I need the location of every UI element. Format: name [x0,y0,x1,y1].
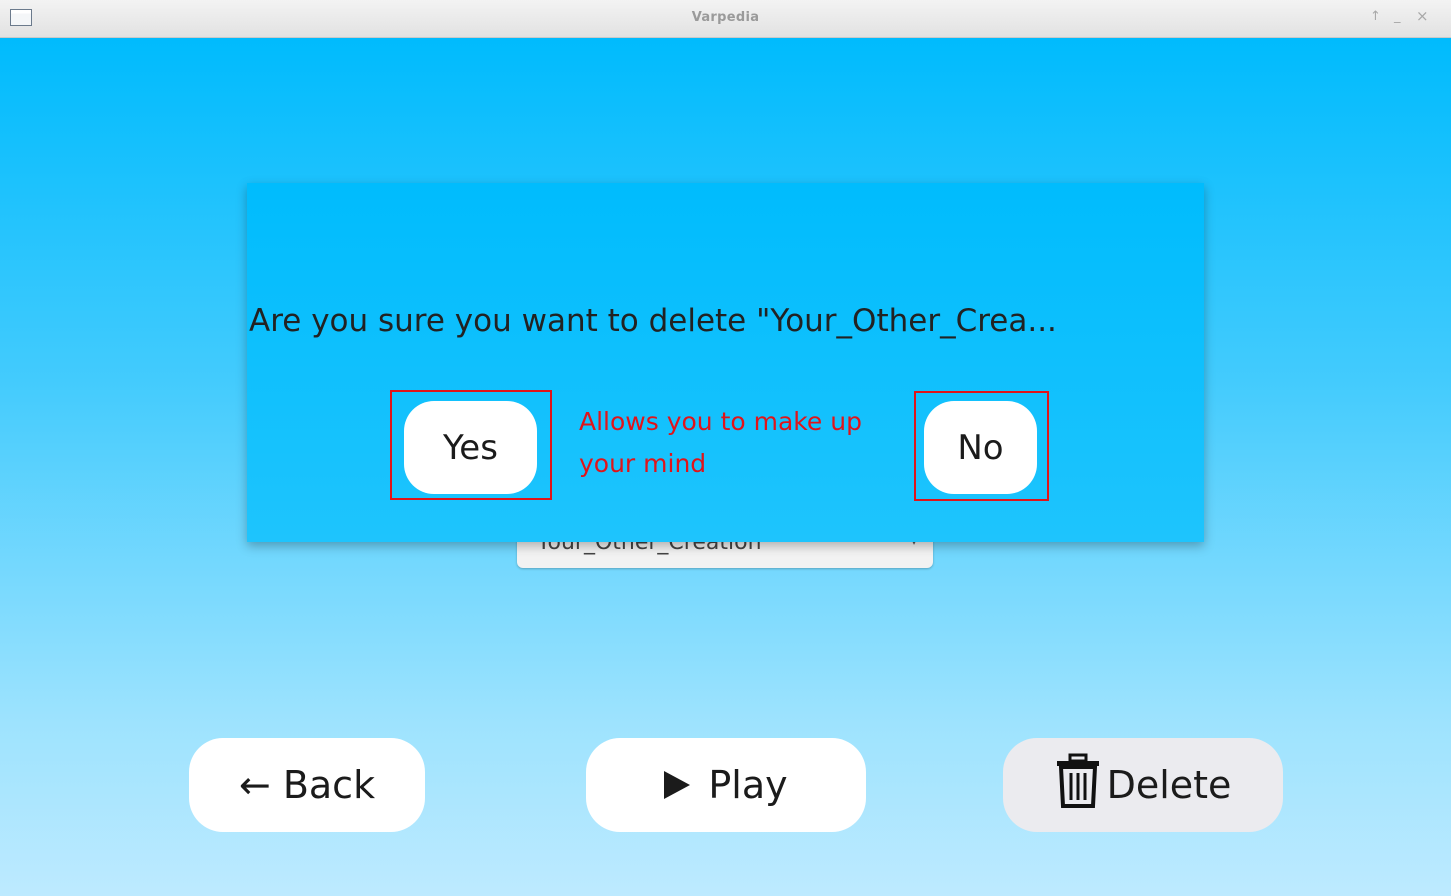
annotation-box-no [914,391,1049,501]
back-button-label: ← Back [238,763,376,807]
back-button[interactable]: ← Back [189,738,425,832]
play-button[interactable]: Play [586,738,866,832]
delete-button[interactable]: Delete [1003,738,1283,832]
delete-confirm-dialog: Are you sure you want to delete "Your_Ot… [247,183,1204,542]
app-window: Varpedia ↑ _ × Your_Other_Creation ▾ ← B… [0,0,1451,896]
window-title: Varpedia [691,10,760,25]
title-bar[interactable]: Varpedia ↑ _ × [0,0,1451,38]
dialog-message: Are you sure you want to delete "Your_Ot… [249,303,1057,339]
play-icon [664,771,691,799]
trash-icon [1055,753,1101,818]
annotation-box-yes [390,390,552,500]
close-window-button[interactable]: × [1416,7,1429,25]
minimize-button[interactable]: _ [1394,9,1401,24]
annotation-text: Allows you to make up your mind [579,407,862,478]
play-button-label: Play [708,763,788,807]
keep-above-button[interactable]: ↑ [1370,9,1381,24]
delete-button-label: Delete [1106,763,1232,807]
main-content: Your_Other_Creation ▾ ← Back Play Dele [0,38,1451,896]
